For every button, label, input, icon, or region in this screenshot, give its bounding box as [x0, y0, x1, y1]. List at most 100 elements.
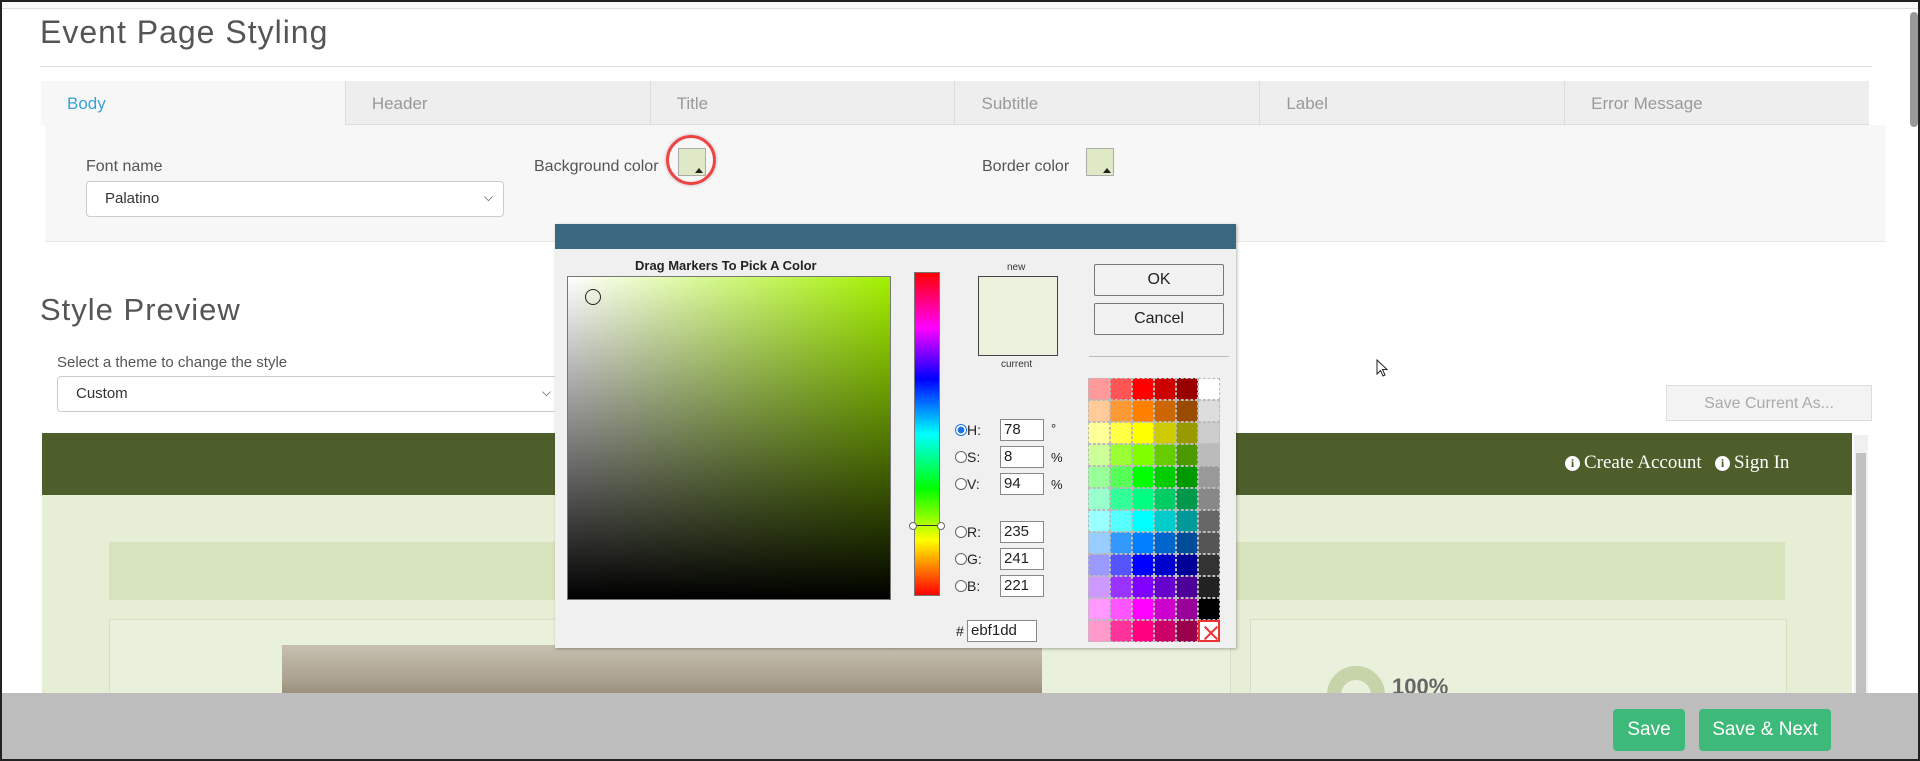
palette-swatch[interactable] [1198, 422, 1220, 444]
palette-swatch[interactable] [1176, 598, 1198, 620]
saturation-radio[interactable] [955, 451, 967, 463]
palette-swatch[interactable] [1154, 400, 1176, 422]
palette-swatch[interactable] [1198, 510, 1220, 532]
palette-swatch[interactable] [1088, 554, 1110, 576]
color-picker-titlebar[interactable] [555, 224, 1236, 249]
palette-swatch[interactable] [1132, 598, 1154, 620]
palette-swatch[interactable] [1176, 576, 1198, 598]
palette-swatch[interactable] [1176, 532, 1198, 554]
saturation-input[interactable]: 8 [1000, 446, 1044, 468]
palette-swatch[interactable] [1198, 400, 1220, 422]
saturation-value-area[interactable] [567, 276, 891, 600]
palette-swatch[interactable] [1132, 444, 1154, 466]
palette-swatch[interactable] [1176, 620, 1198, 642]
palette-swatch[interactable] [1176, 466, 1198, 488]
border-color-swatch[interactable] [1086, 148, 1114, 176]
create-account-link[interactable]: i Create Account [1565, 452, 1702, 474]
palette-swatch[interactable] [1088, 422, 1110, 444]
palette-swatch[interactable] [1154, 488, 1176, 510]
palette-swatch[interactable] [1198, 554, 1220, 576]
palette-swatch[interactable] [1088, 444, 1110, 466]
sign-in-link[interactable]: i Sign In [1715, 452, 1789, 474]
palette-swatch[interactable] [1088, 488, 1110, 510]
palette-swatch[interactable] [1154, 444, 1176, 466]
palette-swatch[interactable] [1110, 620, 1132, 642]
palette-swatch[interactable] [1198, 488, 1220, 510]
palette-swatch[interactable] [1088, 532, 1110, 554]
hue-slider[interactable] [909, 272, 945, 596]
green-radio[interactable] [955, 553, 967, 565]
save-button[interactable]: Save [1613, 709, 1685, 751]
ok-button[interactable]: OK [1094, 264, 1224, 296]
palette-swatch[interactable] [1154, 510, 1176, 532]
palette-swatch[interactable] [1154, 598, 1176, 620]
page-scrollbar[interactable] [1910, 12, 1918, 127]
palette-swatch[interactable] [1154, 576, 1176, 598]
palette-swatch[interactable] [1132, 422, 1154, 444]
sv-marker[interactable] [585, 289, 601, 305]
palette-swatch[interactable] [1176, 422, 1198, 444]
green-input[interactable]: 241 [1000, 548, 1044, 570]
palette-swatch[interactable] [1132, 400, 1154, 422]
red-input[interactable]: 235 [1000, 521, 1044, 543]
tab-body[interactable]: Body [41, 81, 346, 125]
palette-swatch[interactable] [1110, 554, 1132, 576]
palette-swatch[interactable] [1198, 466, 1220, 488]
palette-swatch[interactable] [1154, 422, 1176, 444]
tab-error-message[interactable]: Error Message [1565, 81, 1869, 125]
palette-swatch[interactable] [1198, 444, 1220, 466]
blue-input[interactable]: 221 [1000, 575, 1044, 597]
palette-swatch[interactable] [1132, 378, 1154, 400]
no-color-swatch[interactable] [1198, 620, 1220, 642]
palette-swatch[interactable] [1132, 620, 1154, 642]
palette-swatch[interactable] [1088, 598, 1110, 620]
palette-swatch[interactable] [1088, 378, 1110, 400]
palette-swatch[interactable] [1154, 532, 1176, 554]
palette-swatch[interactable] [1132, 488, 1154, 510]
hue-radio[interactable] [955, 424, 967, 436]
palette-swatch[interactable] [1198, 576, 1220, 598]
palette-swatch[interactable] [1088, 576, 1110, 598]
palette-swatch[interactable] [1176, 400, 1198, 422]
palette-swatch[interactable] [1110, 510, 1132, 532]
blue-radio[interactable] [955, 580, 967, 592]
palette-swatch[interactable] [1132, 510, 1154, 532]
cancel-button[interactable]: Cancel [1094, 303, 1224, 335]
palette-swatch[interactable] [1110, 422, 1132, 444]
palette-swatch[interactable] [1088, 510, 1110, 532]
palette-swatch[interactable] [1154, 620, 1176, 642]
palette-swatch[interactable] [1198, 378, 1220, 400]
value-radio[interactable] [955, 478, 967, 490]
theme-select[interactable]: Custom ⌵ [57, 376, 562, 412]
tab-header[interactable]: Header [345, 81, 651, 125]
palette-swatch[interactable] [1132, 554, 1154, 576]
hex-input[interactable]: ebf1dd [967, 620, 1037, 642]
scrollbar-thumb[interactable] [1856, 453, 1866, 713]
palette-swatch[interactable] [1176, 554, 1198, 576]
palette-swatch[interactable] [1088, 466, 1110, 488]
palette-swatch[interactable] [1110, 444, 1132, 466]
palette-swatch[interactable] [1132, 576, 1154, 598]
palette-swatch[interactable] [1110, 378, 1132, 400]
value-input[interactable]: 94 [1000, 473, 1044, 495]
palette-swatch[interactable] [1132, 466, 1154, 488]
palette-swatch[interactable] [1176, 378, 1198, 400]
save-current-as-button[interactable]: Save Current As... [1666, 385, 1872, 421]
palette-swatch[interactable] [1088, 620, 1110, 642]
palette-swatch[interactable] [1154, 466, 1176, 488]
palette-swatch[interactable] [1110, 532, 1132, 554]
palette-swatch[interactable] [1110, 466, 1132, 488]
font-name-select[interactable]: Palatino ⌵ [86, 181, 504, 217]
palette-swatch[interactable] [1154, 378, 1176, 400]
palette-swatch[interactable] [1110, 400, 1132, 422]
palette-swatch[interactable] [1176, 488, 1198, 510]
hue-marker[interactable] [909, 522, 945, 530]
palette-swatch[interactable] [1110, 488, 1132, 510]
palette-swatch[interactable] [1198, 532, 1220, 554]
palette-swatch[interactable] [1110, 576, 1132, 598]
tab-subtitle[interactable]: Subtitle [955, 81, 1261, 125]
palette-swatch[interactable] [1132, 532, 1154, 554]
palette-swatch[interactable] [1088, 400, 1110, 422]
hue-input[interactable]: 78 [1000, 419, 1044, 441]
red-radio[interactable] [955, 526, 967, 538]
